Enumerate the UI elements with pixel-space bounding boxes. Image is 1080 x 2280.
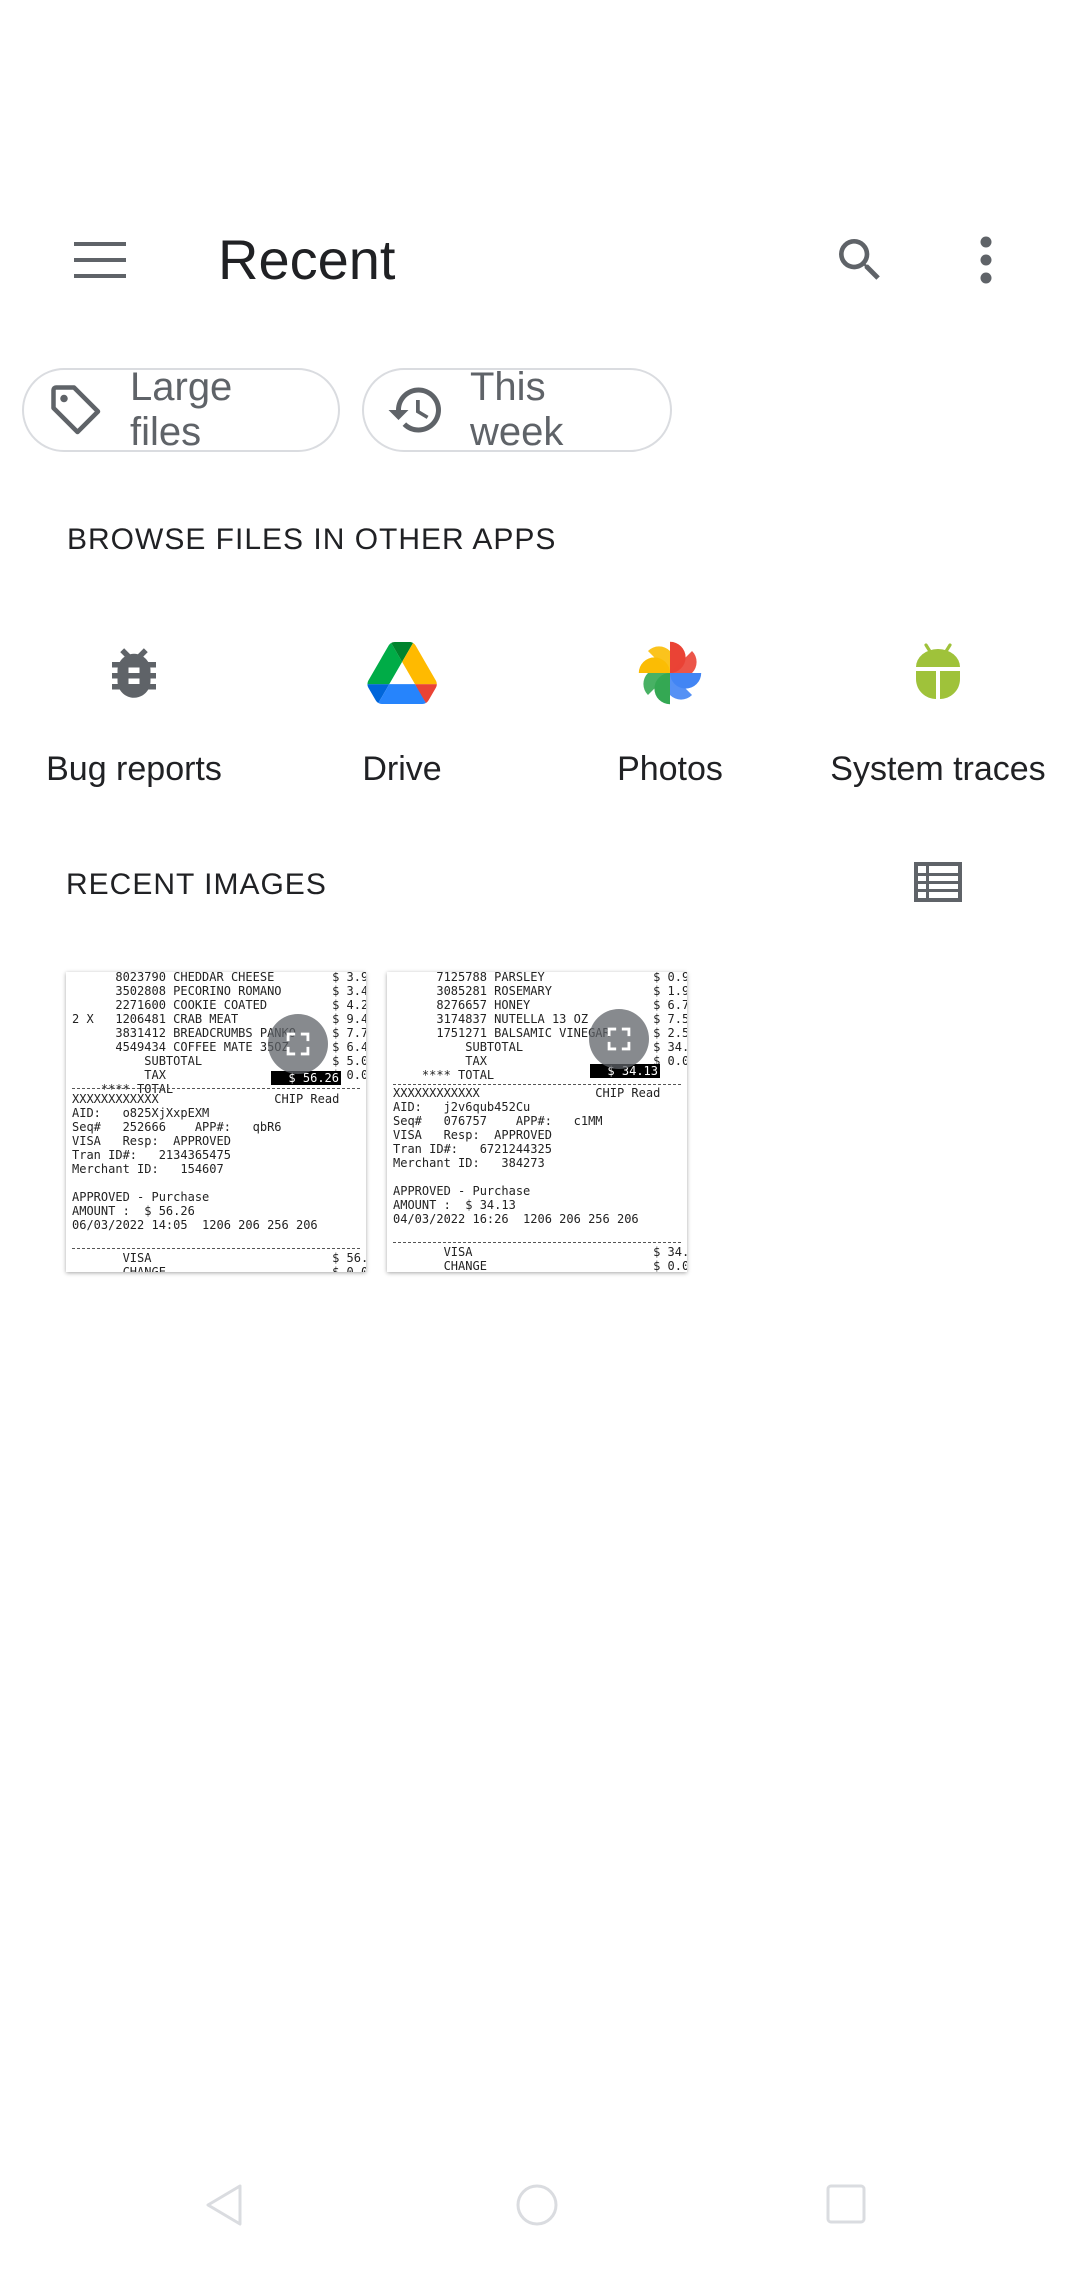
divider <box>72 1248 360 1249</box>
view-toggle-button[interactable] <box>902 846 974 918</box>
divider <box>393 1242 681 1243</box>
this-week-chip[interactable]: This week <box>362 365 672 454</box>
expand-icon <box>268 1014 328 1074</box>
android-icon <box>893 628 983 718</box>
google-photos-icon <box>625 628 715 718</box>
chip-label: Large files <box>130 365 233 454</box>
app-drive[interactable]: Drive <box>268 610 536 800</box>
app-system-traces[interactable]: System traces <box>804 610 1072 800</box>
bug-icon <box>89 628 179 718</box>
large-files-chip[interactable]: Large files <box>22 365 340 454</box>
expand-icon <box>589 1009 649 1069</box>
menu-button[interactable] <box>52 212 148 308</box>
hamburger-menu-icon <box>74 242 126 278</box>
divider <box>393 1084 681 1085</box>
receipt-tail: VISA $ 34.13 CHANGE $ 0.00 <box>443 1245 687 1272</box>
more-vert-icon <box>980 236 992 284</box>
page-title: Recent <box>218 228 396 291</box>
browse-section-header: BROWSE FILES IN OTHER APPS <box>67 523 557 556</box>
google-drive-icon <box>357 628 447 718</box>
recent-images-header: RECENT IMAGES <box>66 868 327 901</box>
app-label: Bug reports <box>46 750 222 788</box>
label-tag-icon <box>46 380 106 440</box>
receipt-tail: VISA $ 56.26 CHANGE $ 0.00 <box>122 1251 366 1272</box>
receipt-footer: XXXXXXXXXXXX CHIP Read AID: o825XjXxpEXM… <box>72 1092 340 1232</box>
app-photos[interactable]: Photos <box>536 610 804 800</box>
nav-back-icon <box>206 2184 242 2226</box>
recent-image-thumbnail[interactable]: 8023790 CHEDDAR CHEESE $ 3.98 3502808 PE… <box>66 972 366 1272</box>
nav-recents-icon <box>826 2184 866 2224</box>
receipt-total: $ 56.26 <box>271 1071 341 1085</box>
search-icon <box>839 239 880 280</box>
history-icon <box>386 380 446 440</box>
search-button[interactable] <box>812 212 908 308</box>
nav-home-button[interactable] <box>512 2180 562 2230</box>
nav-back-button[interactable] <box>200 2180 250 2230</box>
app-label: Drive <box>362 750 442 788</box>
nav-home-icon <box>516 2184 558 2226</box>
receipt-footer: XXXXXXXXXXXX CHIP Read AID: j2v6qub452Cu… <box>393 1086 661 1226</box>
app-label: System traces <box>830 750 1046 788</box>
app-bug-reports[interactable]: Bug reports <box>0 610 268 800</box>
recent-image-thumbnail[interactable]: 7125788 PARSLEY $ 0.98 3085281 ROSEMARY … <box>387 972 687 1272</box>
app-label: Photos <box>617 750 723 788</box>
chip-label: This week <box>470 365 564 454</box>
list-view-icon <box>914 862 962 902</box>
nav-recents-button[interactable] <box>822 2180 870 2228</box>
more-options-button[interactable] <box>938 212 1034 308</box>
divider <box>72 1088 360 1089</box>
